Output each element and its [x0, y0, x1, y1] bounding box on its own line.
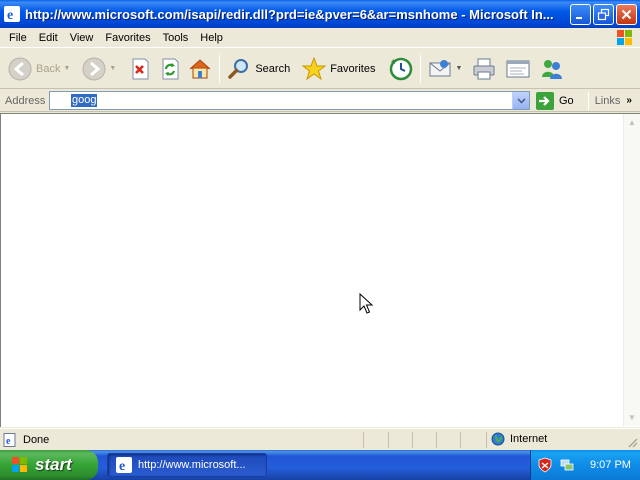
- favorites-label: Favorites: [330, 62, 376, 75]
- security-shield-icon[interactable]: [537, 457, 553, 473]
- close-button[interactable]: [616, 3, 637, 25]
- start-label: start: [35, 455, 72, 474]
- ie-icon: e: [4, 6, 20, 22]
- go-arrow-icon: [536, 91, 554, 110]
- address-bar: Address goog Go Links »: [0, 90, 640, 112]
- search-button[interactable]: Search: [224, 51, 293, 87]
- chevron-down-icon: [516, 97, 526, 104]
- search-icon: [228, 58, 249, 79]
- status-panel-divider: [388, 432, 389, 448]
- back-dropdown-icon[interactable]: ▼: [63, 65, 70, 72]
- edit-page-icon: [506, 60, 530, 77]
- stop-button[interactable]: [125, 51, 155, 87]
- menu-bar: File Edit View Favorites Tools Help: [0, 28, 640, 48]
- restore-button[interactable]: [593, 3, 614, 25]
- standard-toolbar: Back ▼ ▼ Search Favorites ▼: [0, 49, 640, 89]
- favorites-star-icon: [302, 56, 327, 80]
- back-button[interactable]: Back ▼: [5, 51, 73, 87]
- menu-edit[interactable]: Edit: [33, 29, 64, 47]
- address-input[interactable]: goog: [49, 91, 530, 110]
- edit-button[interactable]: [503, 51, 533, 87]
- svg-text:e: e: [6, 436, 11, 447]
- taskbar: start e http://www.microsoft... 9:07 PM: [0, 450, 640, 480]
- menu-view[interactable]: View: [64, 29, 100, 47]
- toolbar-separator: [420, 54, 422, 83]
- windows-logo-icon: [12, 457, 27, 472]
- globe-icon: [491, 432, 505, 446]
- forward-arrow-icon: [82, 57, 106, 80]
- ie-icon: e: [116, 457, 132, 473]
- mail-icon: [429, 59, 451, 76]
- address-dropdown-button[interactable]: [512, 92, 529, 109]
- menu-tools[interactable]: Tools: [157, 29, 195, 47]
- status-panel-divider: [363, 432, 364, 448]
- status-panel-divider: [486, 432, 487, 448]
- favorites-button[interactable]: Favorites: [299, 51, 378, 87]
- security-zone[interactable]: Internet: [491, 432, 547, 446]
- browser-content-area[interactable]: ▲ ▼: [0, 113, 640, 427]
- vertical-scrollbar[interactable]: ▲ ▼: [623, 114, 640, 426]
- svg-text:e: e: [7, 8, 13, 22]
- printer-icon: [473, 58, 495, 79]
- go-button[interactable]: Go: [536, 91, 574, 110]
- status-panel-divider: [460, 432, 461, 448]
- restore-icon: [597, 8, 610, 20]
- messenger-button[interactable]: [537, 51, 567, 87]
- go-label: Go: [559, 94, 574, 107]
- print-button[interactable]: [469, 51, 499, 87]
- system-tray: 9:07 PM: [530, 450, 640, 480]
- minimize-icon: [576, 16, 582, 19]
- taskbar-window-label: http://www.microsoft...: [138, 459, 246, 471]
- refresh-button[interactable]: [155, 51, 185, 87]
- status-bar: e Done Internet: [0, 428, 640, 450]
- security-zone-label: Internet: [510, 433, 548, 445]
- menu-file[interactable]: File: [0, 29, 33, 47]
- status-text: Done: [23, 433, 50, 446]
- messenger-icon: [542, 59, 563, 79]
- close-icon: [621, 9, 632, 19]
- page-done-icon: e: [3, 432, 16, 447]
- history-icon: [390, 57, 413, 80]
- title-bar[interactable]: e http://www.microsoft.com/isapi/redir.d…: [0, 0, 640, 28]
- window-title: http://www.microsoft.com/isapi/redir.dll…: [25, 6, 554, 22]
- links-chevron-icon[interactable]: »: [626, 95, 632, 106]
- links-button[interactable]: Links: [595, 95, 621, 107]
- minimize-button[interactable]: [570, 3, 591, 25]
- history-button[interactable]: [386, 51, 416, 87]
- links-separator: [587, 91, 589, 110]
- mail-button[interactable]: ▼: [425, 51, 465, 87]
- mouse-cursor-icon: [359, 293, 373, 314]
- toolbar-separator: [219, 54, 221, 83]
- forward-button[interactable]: ▼: [79, 51, 119, 87]
- home-icon: [190, 58, 211, 78]
- refresh-icon: [162, 58, 179, 79]
- mail-dropdown-icon[interactable]: ▼: [455, 65, 462, 72]
- status-panel-divider: [412, 432, 413, 448]
- resize-grip-icon[interactable]: [627, 437, 638, 448]
- clock[interactable]: 9:07 PM: [590, 459, 631, 471]
- home-button[interactable]: [185, 51, 215, 87]
- windows-flag-icon: [617, 30, 632, 45]
- search-label: Search: [255, 62, 291, 75]
- network-icon[interactable]: [559, 457, 575, 473]
- forward-dropdown-icon[interactable]: ▼: [109, 65, 116, 72]
- status-panel-divider: [436, 432, 437, 448]
- scroll-up-button[interactable]: ▲: [624, 114, 640, 131]
- menu-favorites[interactable]: Favorites: [99, 29, 156, 47]
- scroll-down-button[interactable]: ▼: [624, 409, 640, 426]
- address-input-text[interactable]: goog: [71, 94, 98, 107]
- menu-help[interactable]: Help: [194, 29, 229, 47]
- back-label: Back: [36, 62, 61, 75]
- address-label: Address: [5, 94, 46, 107]
- taskbar-window-button[interactable]: e http://www.microsoft...: [107, 453, 267, 477]
- stop-icon: [132, 58, 149, 79]
- back-arrow-icon: [8, 57, 32, 80]
- start-button[interactable]: start: [0, 450, 98, 480]
- svg-text:e: e: [119, 459, 125, 473]
